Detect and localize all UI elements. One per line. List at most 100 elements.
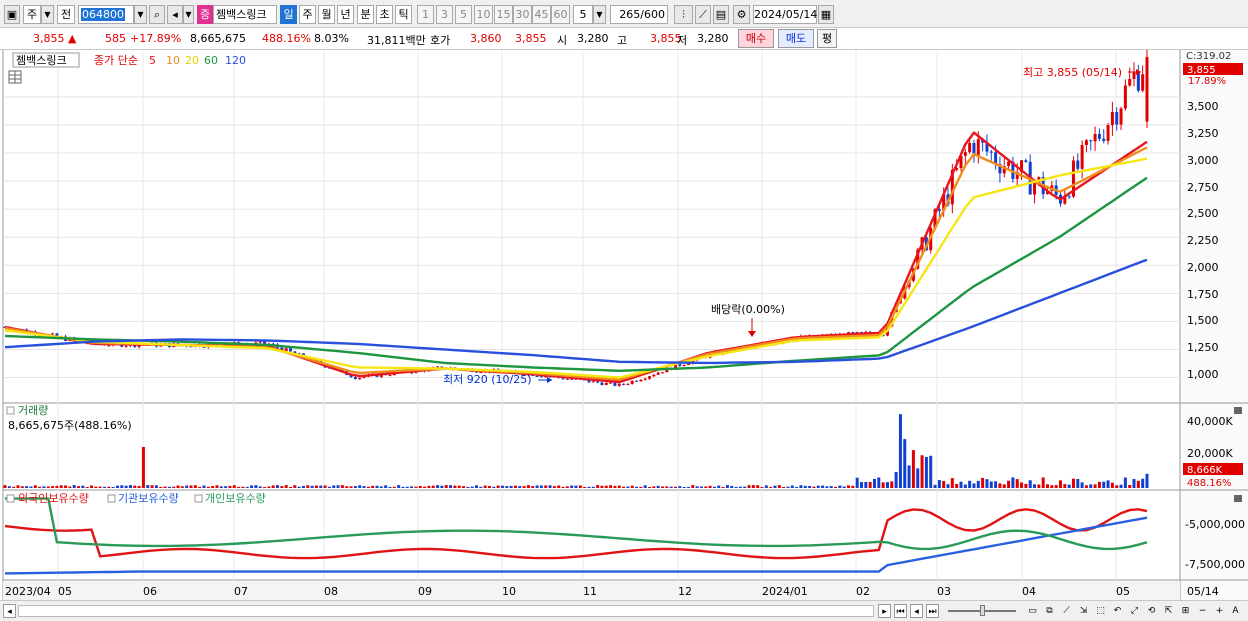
candle-body bbox=[656, 372, 660, 375]
search-icon[interactable]: ⌕ bbox=[149, 5, 165, 24]
x-label: 11 bbox=[583, 585, 597, 598]
price-tick: 3,500 bbox=[1187, 100, 1219, 113]
calendar-icon[interactable]: ▦ bbox=[818, 5, 834, 24]
interval-60-button[interactable]: 60 bbox=[551, 5, 570, 24]
volume-bar bbox=[509, 485, 513, 488]
zoom-in-icon[interactable]: + bbox=[1213, 604, 1226, 618]
x-label: 04 bbox=[1022, 585, 1036, 598]
interval-30-button[interactable]: 30 bbox=[513, 5, 532, 24]
count-input[interactable]: 265/600 bbox=[610, 5, 668, 24]
x-label: 05 bbox=[58, 585, 72, 598]
font-size-icon[interactable]: A bbox=[1229, 604, 1242, 618]
crop-icon[interactable]: ⬚ bbox=[1094, 604, 1107, 618]
speaker-icon[interactable]: ◂ bbox=[167, 5, 183, 24]
volume-bar bbox=[1058, 480, 1062, 488]
volume-bar bbox=[500, 485, 504, 488]
volume-bar bbox=[812, 486, 816, 488]
volume-bar bbox=[111, 486, 115, 488]
sell-button[interactable]: 매도 bbox=[778, 29, 814, 48]
zoom-slider-handle[interactable] bbox=[980, 605, 985, 616]
toolbar: ▣ 주 ▼ 전 064800 ▼ ⌕ ◂ ▼ 증 젬백스링크 일 주 월 년 분… bbox=[0, 0, 1248, 28]
gear-icon[interactable]: ⚙ bbox=[733, 5, 750, 24]
interval-5-button[interactable]: 5 bbox=[455, 5, 472, 24]
volume-bar bbox=[358, 485, 362, 488]
date-input[interactable]: 2024/05/14 bbox=[753, 5, 817, 24]
volume-bar bbox=[392, 486, 396, 488]
prev-page-icon[interactable]: ◂ bbox=[910, 604, 923, 618]
stock-code-input[interactable]: 064800 bbox=[78, 5, 134, 24]
zoom-out-icon[interactable]: − bbox=[1196, 604, 1209, 618]
next-page-icon[interactable]: ⏭ bbox=[926, 604, 939, 618]
period-second-tab[interactable]: 초 bbox=[376, 5, 393, 24]
scroll-track[interactable] bbox=[18, 605, 874, 617]
volume-bar bbox=[289, 486, 292, 488]
save-icon[interactable]: ▤ bbox=[713, 5, 729, 24]
first-page-icon[interactable]: ⏮ bbox=[894, 604, 907, 618]
speaker-dropdown-icon[interactable]: ▼ bbox=[183, 5, 194, 24]
volume-bar bbox=[293, 485, 297, 488]
market-button[interactable]: 주 bbox=[23, 5, 41, 24]
period-week-tab[interactable]: 주 bbox=[299, 5, 316, 24]
candle-body bbox=[1093, 134, 1097, 142]
volume-bar bbox=[535, 485, 539, 488]
interval-dropdown-icon[interactable]: ▼ bbox=[593, 5, 606, 24]
copy-icon[interactable]: ⧉ bbox=[1043, 604, 1056, 618]
resize-icon[interactable]: ⤢ bbox=[1128, 604, 1141, 618]
volume-bar bbox=[1024, 483, 1028, 488]
draw-tool-icon[interactable]: ⟋ bbox=[695, 5, 711, 24]
candle-body bbox=[1123, 85, 1127, 109]
volume-bar bbox=[241, 486, 245, 488]
volume-bar bbox=[94, 486, 98, 488]
volume-bar bbox=[851, 485, 855, 488]
export-icon[interactable]: ⇱ bbox=[1162, 604, 1175, 618]
fit-icon[interactable]: ⇲ bbox=[1077, 604, 1090, 618]
volume-bar bbox=[466, 486, 470, 488]
eval-button[interactable]: 평 bbox=[817, 29, 837, 48]
ma20-legend: 20 bbox=[185, 54, 199, 67]
chart-area[interactable]: 젬백스링크 종가 단순 5 10 20 60 120 C:319.02 3,85… bbox=[0, 50, 1248, 601]
chart-type-icon[interactable]: ⫶ bbox=[674, 5, 693, 24]
candle-body bbox=[1106, 125, 1110, 141]
grid-toggle-icon[interactable]: ⊞ bbox=[1179, 604, 1192, 618]
layout-icon[interactable]: ▭ bbox=[1026, 604, 1039, 618]
prev-button[interactable]: 전 bbox=[57, 5, 75, 24]
volume-panel-close-icon[interactable] bbox=[1234, 407, 1242, 414]
volume-bar bbox=[176, 485, 180, 488]
volume-bar bbox=[487, 486, 491, 488]
period-tick-tab[interactable]: 틱 bbox=[395, 5, 412, 24]
reset-icon[interactable]: ⟲ bbox=[1145, 604, 1158, 618]
x-label: 2024/01 bbox=[762, 585, 808, 598]
volume-bar bbox=[985, 479, 989, 488]
period-month-tab[interactable]: 월 bbox=[318, 5, 335, 24]
volume-bar bbox=[141, 447, 145, 488]
stock-name-field[interactable]: 젬백스링크 bbox=[213, 5, 277, 24]
ma5-legend: 5 bbox=[149, 54, 156, 67]
volume-bar bbox=[622, 486, 626, 488]
interval-value-input[interactable]: 5 bbox=[573, 5, 593, 24]
period-minute-tab[interactable]: 분 bbox=[357, 5, 374, 24]
volume-current-tag: 8,666K bbox=[1187, 465, 1223, 476]
volume-bar bbox=[462, 486, 466, 488]
volume-bar bbox=[33, 485, 37, 488]
chevron-down-icon[interactable]: ▼ bbox=[41, 5, 54, 24]
scroll-right-icon[interactable]: ▸ bbox=[878, 604, 891, 618]
volume-bar bbox=[1119, 484, 1123, 488]
volume-bar bbox=[1037, 484, 1041, 488]
window-menu-icon[interactable]: ▣ bbox=[4, 5, 20, 24]
interval-1-button[interactable]: 1 bbox=[417, 5, 434, 24]
undo-icon[interactable]: ↶ bbox=[1111, 604, 1124, 618]
measure-icon[interactable]: ⟋ bbox=[1060, 604, 1073, 618]
scroll-left-icon[interactable]: ◂ bbox=[3, 604, 16, 618]
volume-bar bbox=[829, 486, 833, 488]
interval-3-button[interactable]: 3 bbox=[436, 5, 453, 24]
buy-button[interactable]: 매수 bbox=[738, 29, 774, 48]
period-year-tab[interactable]: 년 bbox=[337, 5, 354, 24]
interval-10-button[interactable]: 10 bbox=[474, 5, 493, 24]
period-day-tab[interactable]: 일 bbox=[280, 5, 297, 24]
code-dropdown-icon[interactable]: ▼ bbox=[134, 5, 147, 24]
interval-15-button[interactable]: 15 bbox=[494, 5, 513, 24]
volume-bar bbox=[193, 485, 197, 488]
holding-panel-close-icon[interactable] bbox=[1234, 495, 1242, 502]
volume-bar bbox=[349, 486, 353, 488]
interval-45-button[interactable]: 45 bbox=[532, 5, 551, 24]
